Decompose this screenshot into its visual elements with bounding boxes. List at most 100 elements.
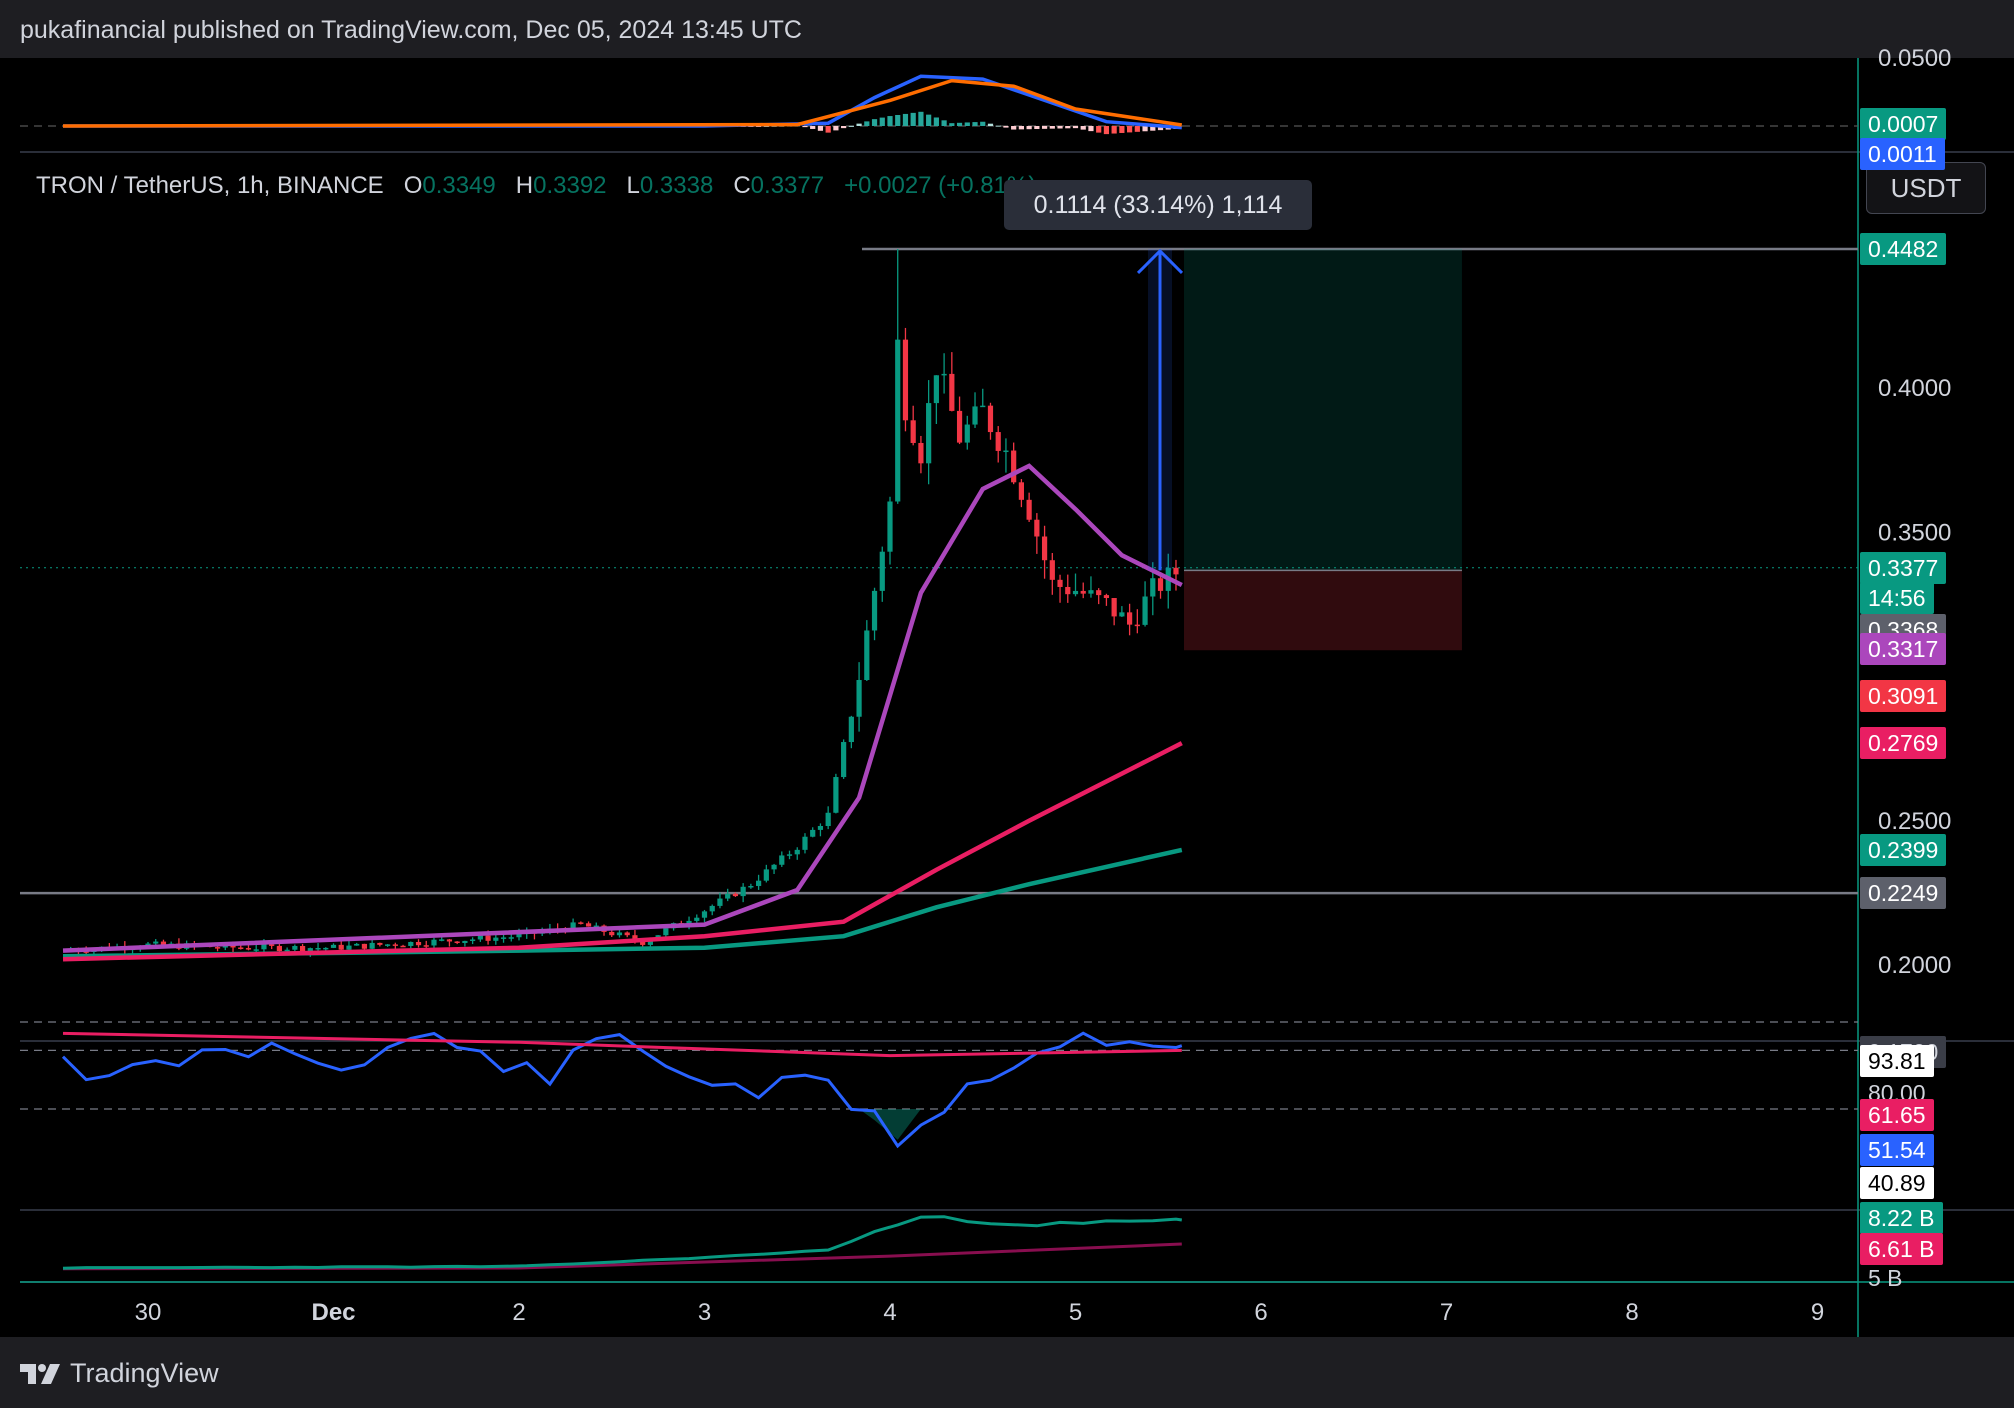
candle-body (454, 941, 460, 944)
candle-body (400, 945, 406, 948)
candle-body (500, 937, 507, 939)
candle-body (740, 886, 746, 897)
candle-body (725, 893, 731, 899)
candle-body (439, 939, 445, 941)
candle-body (485, 935, 491, 941)
tradingview-logo-icon (20, 1363, 60, 1384)
time-tick-label: 6 (1254, 1299, 1267, 1326)
open-label: O (403, 172, 423, 199)
macd-histogram-bar (848, 125, 854, 127)
macd-histogram-bar (825, 126, 831, 133)
macd-histogram-bar (1072, 126, 1079, 129)
candle-body (238, 947, 244, 949)
candle-body (609, 931, 615, 936)
candle-body (284, 949, 290, 952)
candle-body (902, 339, 909, 421)
candle-body (1088, 590, 1094, 594)
candle-body (346, 945, 352, 950)
time-tick-label: 3 (698, 1299, 711, 1326)
candle-body (1057, 579, 1063, 587)
candle-body (423, 945, 429, 947)
candle-body (1103, 595, 1110, 599)
macd-histogram-bar (995, 125, 1001, 127)
candle-body (841, 742, 847, 778)
candle-body (1173, 567, 1179, 575)
candle-body (477, 935, 483, 940)
price-scale-label: 0.3091 (1860, 680, 1947, 713)
candle-body (446, 939, 453, 942)
macd-scale-label: 0.0007 (1860, 108, 1947, 140)
position-stop-zone (1184, 570, 1462, 651)
macd-histogram-bar (1088, 126, 1094, 132)
candle-body (663, 928, 669, 936)
candle-body (1018, 482, 1024, 500)
candle-body (794, 849, 800, 855)
candle-body (856, 680, 862, 717)
candle-body (763, 869, 769, 881)
rsi-scale-label: 51.54 (1860, 1134, 1934, 1166)
candle-body (949, 373, 955, 411)
candle-body (864, 630, 870, 681)
price-tick-label: 0.2500 (1878, 808, 1951, 835)
candle-body (1026, 499, 1032, 520)
candle-body (756, 880, 762, 886)
tradingview-logo[interactable]: TradingView (20, 1358, 219, 1389)
candle-body (276, 945, 282, 952)
candle-body (895, 339, 901, 502)
macd-scale-label: 0.0011 (1860, 138, 1945, 170)
candle-body (933, 375, 939, 404)
candle-body (1065, 586, 1071, 595)
price-tick-label: 0.4000 (1878, 375, 1951, 402)
macd-histogram-bar (980, 121, 986, 126)
candle-body (153, 941, 159, 944)
macd-histogram-bar (864, 121, 870, 126)
time-tick-label: 9 (1811, 1299, 1824, 1326)
candle-body (245, 948, 252, 950)
candle-body (709, 905, 715, 912)
candle-body (918, 442, 924, 464)
candle-body (810, 829, 816, 837)
obv-scale-label: 6.61 B (1860, 1233, 1943, 1265)
candle-body (214, 947, 221, 949)
tradingview-brand: TradingView (70, 1358, 219, 1388)
close-value: 0.3377 (750, 172, 825, 199)
macd-histogram-bar (1026, 126, 1032, 130)
time-tick-label: Dec (311, 1299, 355, 1326)
macd-histogram-bar (972, 122, 978, 126)
candle-body (377, 942, 383, 945)
candle-body (1150, 578, 1156, 597)
macd-histogram-bar (910, 112, 916, 126)
position-target-zone (1184, 248, 1462, 571)
candle-body (323, 947, 329, 950)
candle-body (299, 945, 306, 952)
candle-body (385, 944, 391, 946)
close-label: C (733, 172, 751, 199)
candle-body (330, 944, 337, 948)
macd-histogram-bar (918, 111, 924, 126)
time-tick-label: 30 (135, 1299, 162, 1326)
footer-bar (0, 1337, 2014, 1408)
price-tick-label: 0.2000 (1878, 952, 1951, 979)
candle-body (871, 590, 878, 631)
candle-body (1011, 450, 1017, 483)
candle-body (1142, 596, 1148, 625)
time-tick-label: 5 (1069, 1299, 1082, 1326)
candle-body (1134, 624, 1140, 627)
macd-histogram-bar (1003, 126, 1009, 128)
rsi-scale-label: 93.81 (1860, 1045, 1934, 1077)
symbol-legend: TRON / TetherUS, 1h, BINANCE O0.3349 H0.… (36, 172, 1036, 200)
macd-histogram-bar (895, 114, 901, 126)
candle-body (1080, 590, 1086, 594)
rsi-scale-label: 61.65 (1860, 1099, 1934, 1131)
candle-body (470, 939, 476, 941)
candle-body (848, 716, 854, 743)
candle-body (516, 934, 522, 938)
candle-body (354, 943, 360, 946)
candle-body (910, 420, 916, 443)
macd-histogram-bar (871, 119, 878, 126)
candle-body (964, 424, 970, 443)
candle-body (1111, 598, 1117, 617)
measure-tooltip: 0.1114 (33.14%) 1,114 (1004, 180, 1312, 230)
macd-histogram-bar (941, 120, 947, 126)
candle-body (508, 937, 514, 939)
